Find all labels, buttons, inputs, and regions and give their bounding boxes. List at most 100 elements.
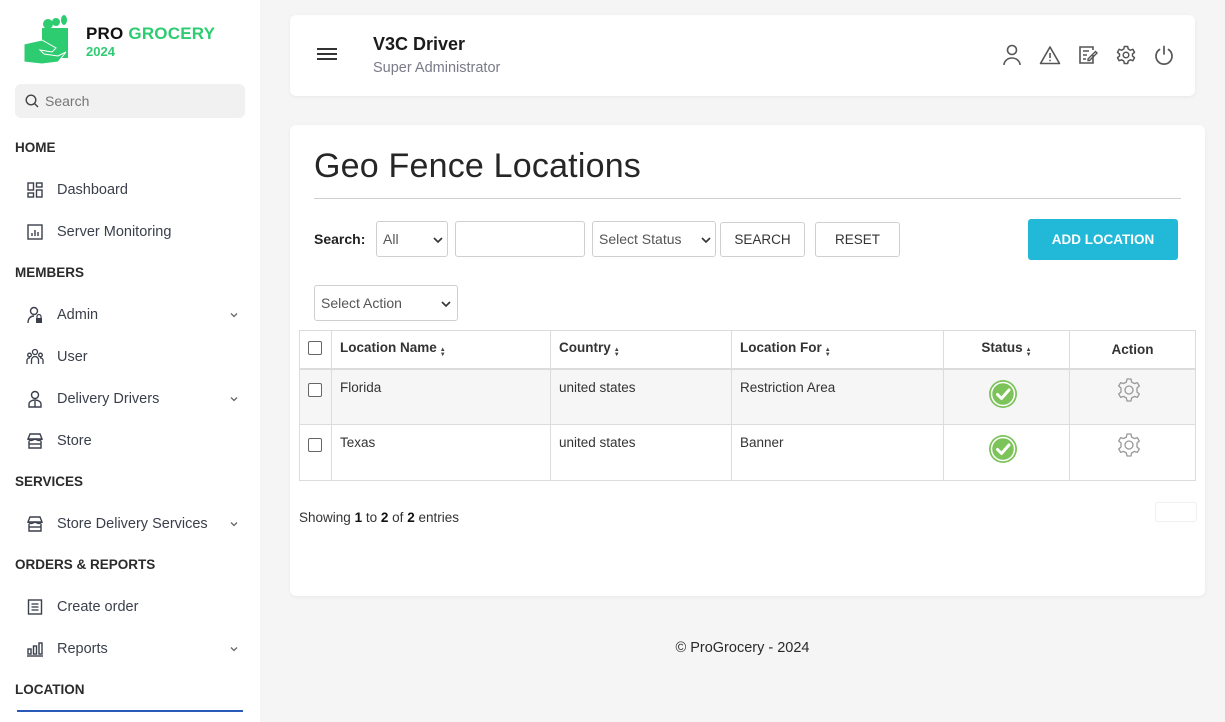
geo-fence-panel: Geo Fence Locations Search: All Select S… <box>290 125 1205 596</box>
user-name: V3C Driver <box>373 34 466 54</box>
pagination[interactable] <box>1155 502 1197 522</box>
store-icon <box>25 431 45 451</box>
sidebar-item-label: Store <box>57 433 92 449</box>
sidebar-item-label: Admin <box>57 307 99 323</box>
table-row: Texas united states Banner <box>299 424 1196 481</box>
cell-action <box>1069 368 1196 425</box>
cell-location-for: Banner <box>731 424 944 481</box>
cell-status <box>943 424 1070 481</box>
search-field-select[interactable]: All <box>376 221 448 257</box>
menu-toggle-icon[interactable] <box>317 48 337 62</box>
user-icon[interactable] <box>1001 44 1023 66</box>
row-checkbox[interactable] <box>308 382 322 397</box>
cell-country: united states <box>550 368 732 425</box>
select-all-checkbox[interactable] <box>308 340 322 355</box>
settings-icon[interactable] <box>1116 377 1142 403</box>
sidebar-search[interactable] <box>15 84 245 118</box>
sidebar-item-admin[interactable]: Admin <box>25 300 245 330</box>
sidebar-item-create-order[interactable]: Create order <box>25 592 245 622</box>
chevron-down-icon <box>230 522 238 527</box>
top-header: V3C Driver Super Administrator <box>290 15 1195 96</box>
column-header-action: Action <box>1069 330 1196 370</box>
section-orders-reports: ORDERS & REPORTS <box>15 557 156 572</box>
column-header-status[interactable]: Status ▲ ▼ <box>943 330 1070 370</box>
cell-action <box>1069 424 1196 481</box>
settings-icon[interactable] <box>1116 432 1142 458</box>
search-icon <box>25 94 39 108</box>
table-row: Florida united states Restriction Area <box>299 368 1196 425</box>
sort-icon: ▲ ▼ <box>824 347 831 359</box>
sidebar-item-label: Reports <box>57 641 108 657</box>
users-icon <box>25 347 45 367</box>
row-select-cell <box>299 424 332 481</box>
bar-chart-icon <box>25 639 45 659</box>
add-location-button[interactable]: ADD LOCATION <box>1028 219 1178 260</box>
row-checkbox[interactable] <box>308 438 322 452</box>
edit-icon[interactable] <box>1077 44 1099 66</box>
title-divider <box>314 198 1181 199</box>
locations-table: Location Name ▲ ▼ Country ▲ ▼ Location For ▲ ▼… <box>299 330 1196 481</box>
settings-icon[interactable] <box>1115 44 1137 66</box>
sidebar-item-user[interactable]: User <box>25 342 245 372</box>
status-active-icon[interactable] <box>988 379 1018 409</box>
header-actions <box>1001 44 1175 66</box>
sidebar-item-store[interactable]: Store <box>25 426 245 456</box>
reset-button[interactable]: RESET <box>815 222 900 257</box>
column-header-country[interactable]: Country ▲ ▼ <box>550 330 732 370</box>
store-icon <box>25 514 45 534</box>
cell-status <box>943 368 1070 425</box>
bulk-action-select[interactable]: Select Action <box>314 285 458 321</box>
document-icon <box>25 597 45 617</box>
column-header-location-name[interactable]: Location Name ▲ ▼ <box>331 330 551 370</box>
power-icon[interactable] <box>1153 44 1175 66</box>
footer-copyright: © ProGrocery - 2024 <box>675 640 810 656</box>
sidebar-item-delivery-drivers[interactable]: Delivery Drivers <box>25 384 245 414</box>
search-button[interactable]: SEARCH <box>720 222 805 257</box>
select-all-cell <box>299 330 332 370</box>
admin-icon <box>25 305 45 325</box>
active-item-indicator <box>17 710 243 712</box>
search-label: Search: <box>314 231 366 247</box>
sidebar-item-store-delivery-services[interactable]: Store Delivery Services <box>25 509 245 539</box>
status-select[interactable]: Select Status <box>592 221 716 257</box>
chevron-down-icon <box>230 313 238 318</box>
sidebar-item-server-monitoring[interactable]: Server Monitoring <box>25 217 245 247</box>
cell-location-name: Florida <box>331 368 551 425</box>
sidebar-item-label: Store Delivery Services <box>57 516 208 532</box>
entries-info: Showing 1 to 2 of 2 entries <box>299 510 459 525</box>
cell-location-for: Restriction Area <box>731 368 944 425</box>
brand-year: 2024 <box>86 44 115 59</box>
chevron-down-icon <box>230 397 238 402</box>
alert-icon[interactable] <box>1039 44 1061 66</box>
dashboard-icon <box>25 180 45 200</box>
sidebar-item-label: Delivery Drivers <box>57 391 160 407</box>
brand-name: PRO GROCERY <box>86 24 216 43</box>
sidebar-item-reports[interactable]: Reports <box>25 634 245 664</box>
row-select-cell <box>299 368 332 425</box>
sidebar: PRO GROCERY 2024 HOME Dashboard Server M… <box>0 0 260 722</box>
cell-location-name: Texas <box>331 424 551 481</box>
sidebar-item-label: Create order <box>57 599 139 615</box>
table-header-row: Location Name ▲ ▼ Country ▲ ▼ Location For ▲ ▼… <box>299 330 1196 370</box>
sidebar-item-label: Dashboard <box>57 182 128 198</box>
status-active-icon[interactable] <box>988 434 1018 464</box>
cell-country: united states <box>550 424 732 481</box>
sort-icon: ▲ ▼ <box>613 347 620 359</box>
column-header-location-for[interactable]: Location For ▲ ▼ <box>731 330 944 370</box>
section-home: HOME <box>15 140 56 155</box>
sidebar-search-input[interactable] <box>45 93 225 109</box>
driver-icon <box>25 389 45 409</box>
user-role: Super Administrator <box>373 60 501 76</box>
page-title: Geo Fence Locations <box>314 147 641 185</box>
sort-icon: ▲ ▼ <box>439 347 446 359</box>
chart-icon <box>25 222 45 242</box>
sidebar-item-label: User <box>57 349 88 365</box>
grocery-bag-icon <box>23 15 68 65</box>
sort-icon: ▲ ▼ <box>1025 347 1032 359</box>
search-input[interactable] <box>455 221 585 257</box>
sidebar-item-label: Server Monitoring <box>57 224 172 240</box>
brand-logo[interactable]: PRO GROCERY 2024 <box>22 14 222 70</box>
section-location: LOCATION <box>15 682 85 697</box>
chevron-down-icon <box>230 647 238 652</box>
sidebar-item-dashboard[interactable]: Dashboard <box>25 175 245 205</box>
